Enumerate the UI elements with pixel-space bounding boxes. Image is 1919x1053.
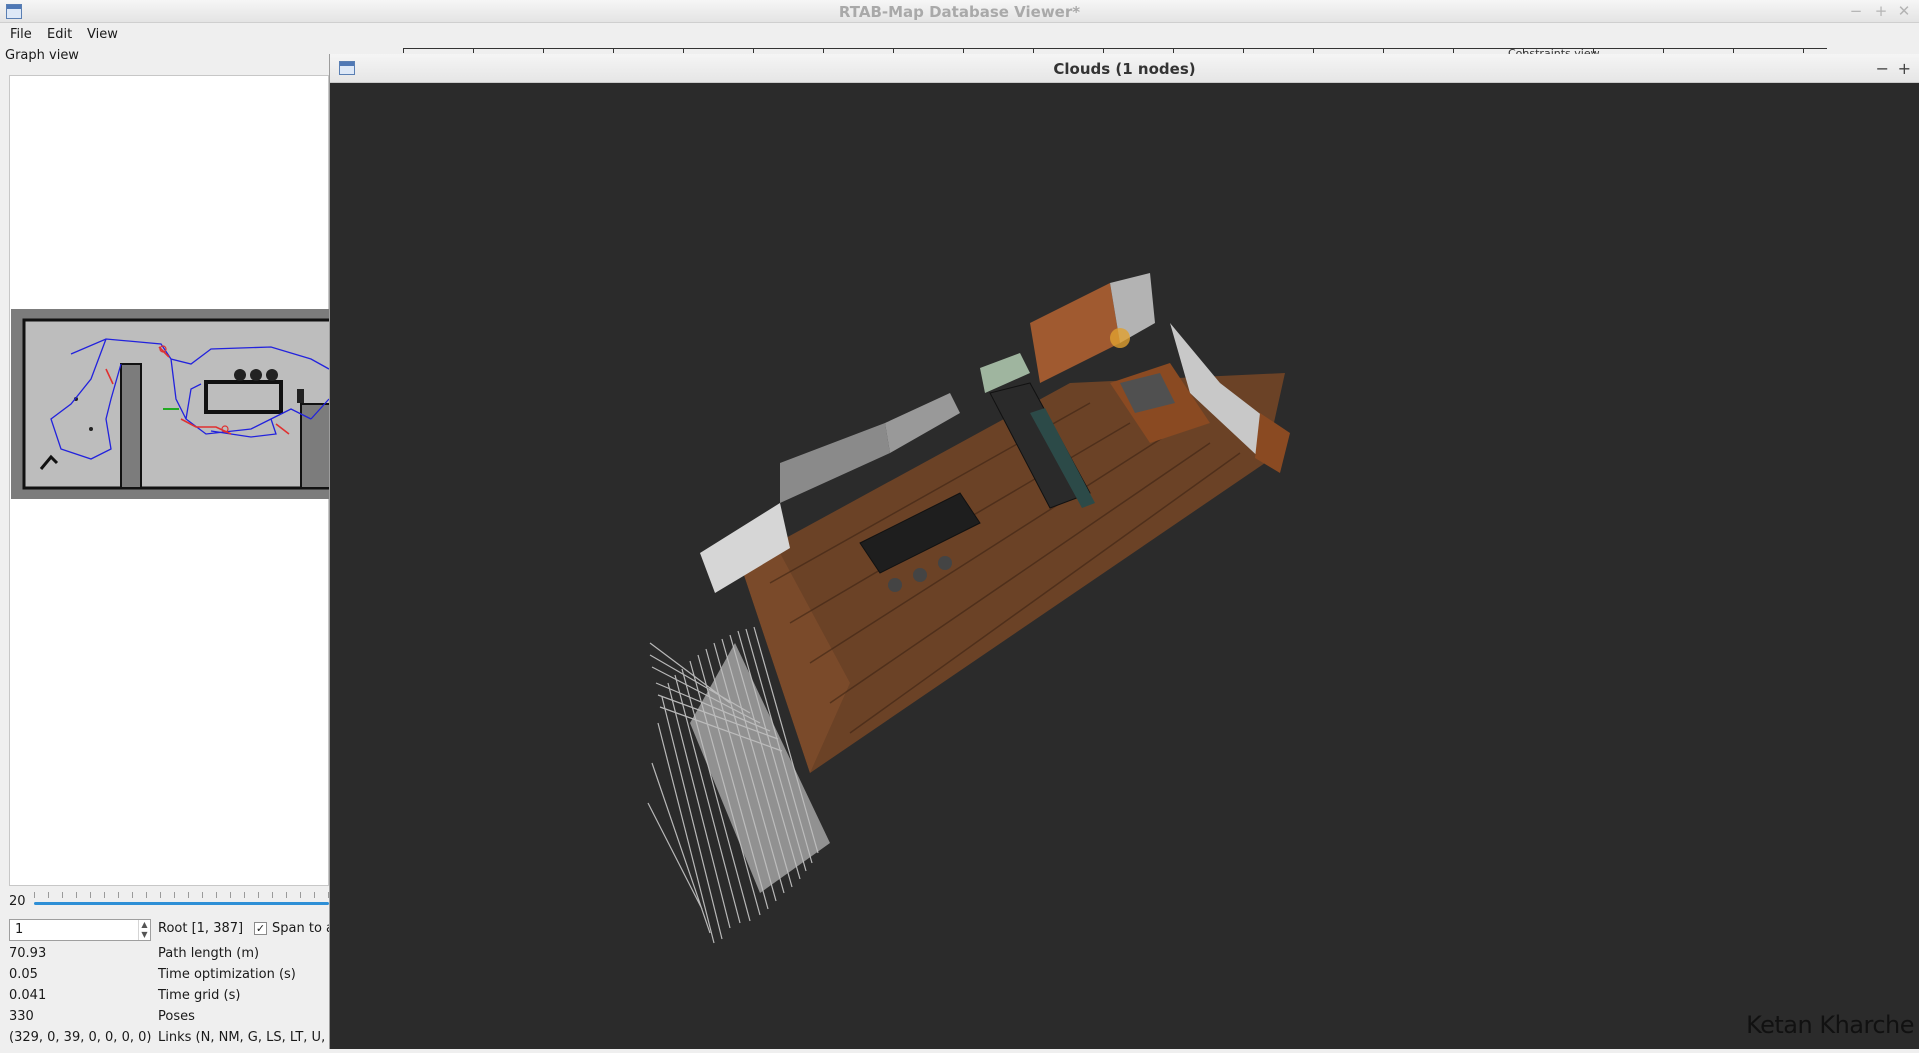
- slider-track[interactable]: [34, 902, 329, 905]
- menu-view[interactable]: View: [87, 27, 118, 42]
- stat-label: Links (N, NM, G, LS, LT, U,: [158, 1030, 326, 1045]
- root-label: Root [1, 387]: [158, 921, 244, 936]
- stat-value: 0.05: [9, 967, 38, 982]
- main-title-bar: RTAB-Map Database Viewer* − + ✕: [0, 0, 1919, 23]
- clouds-title: Clouds (1 nodes): [1053, 60, 1196, 78]
- slider-value: 20: [9, 894, 26, 909]
- stat-value: (329, 0, 39, 0, 0, 0, 0): [9, 1030, 152, 1045]
- graph-slider[interactable]: 20: [9, 892, 329, 912]
- stat-label: Poses: [158, 1009, 195, 1024]
- stat-path-length: 70.93 Path length (m): [9, 946, 329, 966]
- stat-label: Time optimization (s): [158, 967, 296, 982]
- menu-file[interactable]: File: [10, 27, 32, 42]
- timeline-ruler[interactable]: [403, 48, 1827, 53]
- point-cloud-viewport[interactable]: Ketan Kharche: [330, 83, 1919, 1049]
- spinbox-value: 1: [15, 922, 24, 937]
- clouds-window: Clouds (1 nodes) − + Ketan Kharche: [329, 54, 1919, 1049]
- node-id-spinbox[interactable]: 1 ▲ ▼: [9, 919, 151, 941]
- span-checkbox[interactable]: ✓: [254, 922, 267, 935]
- menu-edit[interactable]: Edit: [47, 27, 72, 42]
- close-button[interactable]: ✕: [1895, 2, 1913, 20]
- stat-value: 70.93: [9, 946, 47, 961]
- watermark-text: Ketan Kharche: [1746, 1011, 1914, 1039]
- clouds-title-bar[interactable]: Clouds (1 nodes) − +: [330, 54, 1919, 83]
- maximize-button[interactable]: +: [1872, 2, 1890, 20]
- span-checkbox-label: Span to a: [272, 921, 334, 936]
- graph-view-title: Graph view: [5, 48, 79, 63]
- wall-grey-mid: [885, 393, 960, 453]
- lamp: [1110, 328, 1130, 348]
- point-cloud-render[interactable]: [330, 83, 1919, 1049]
- stat-time-optimization: 0.05 Time optimization (s): [9, 967, 329, 987]
- menu-bar: File Edit View: [0, 25, 1919, 45]
- stat-label: Path length (m): [158, 946, 260, 961]
- spinbox-arrows-icon[interactable]: ▲ ▼: [138, 920, 150, 940]
- slider-ticks: [34, 892, 329, 898]
- stat-value: 0.041: [9, 988, 47, 1003]
- clouds-maximize-button[interactable]: +: [1898, 59, 1911, 78]
- minimize-button[interactable]: −: [1847, 2, 1865, 20]
- window-title: RTAB-Map Database Viewer*: [838, 3, 1081, 21]
- wall-orange: [1030, 283, 1120, 383]
- stat-time-grid: 0.041 Time grid (s): [9, 988, 329, 1008]
- stat-label: Time grid (s): [158, 988, 241, 1003]
- clouds-minimize-button[interactable]: −: [1876, 59, 1889, 78]
- occupancy-grid-map[interactable]: [11, 309, 331, 499]
- stat-poses: 330 Poses: [9, 1009, 329, 1029]
- stat-value: 330: [9, 1009, 34, 1024]
- stat-links: (329, 0, 39, 0, 0, 0, 0) Links (N, NM, G…: [9, 1030, 329, 1050]
